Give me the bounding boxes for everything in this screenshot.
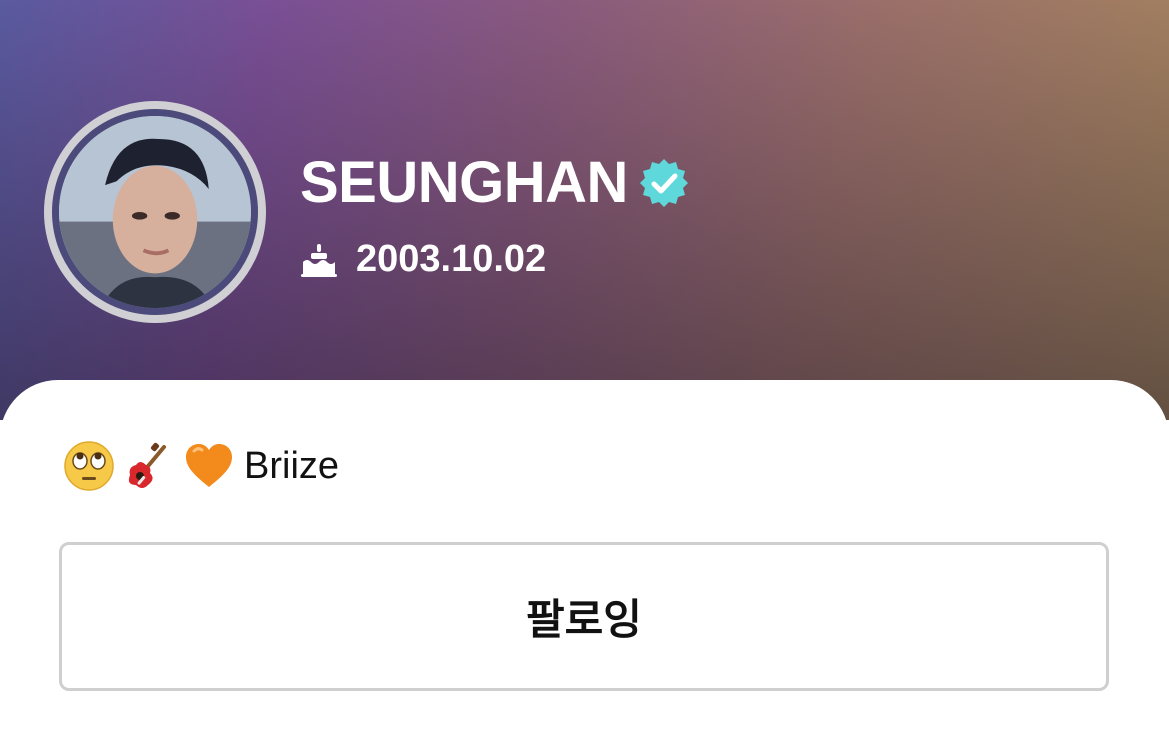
face-with-rolling-eyes-icon: [62, 439, 116, 493]
following-button-label: 팔로잉: [526, 595, 642, 644]
profile-page: SEUNGHAN 2003.10.02 Briize 팔로잉: [0, 0, 1169, 752]
avatar-photo: [59, 116, 251, 308]
cake-icon: [300, 240, 338, 278]
birthday-row: 2003.10.02: [300, 234, 546, 284]
name-row: SEUNGHAN: [300, 148, 690, 218]
birthday-text: 2003.10.02: [356, 238, 547, 280]
orange-heart-icon: [182, 439, 236, 493]
verified-badge-icon: [638, 157, 690, 209]
profile-header: SEUNGHAN 2003.10.02: [0, 0, 1169, 420]
avatar[interactable]: [44, 101, 266, 323]
bio-text: Briize: [244, 445, 340, 487]
following-button[interactable]: 팔로잉: [59, 542, 1109, 691]
avatar-ring: [52, 109, 258, 315]
bio: Briize: [62, 436, 339, 496]
profile-name: SEUNGHAN: [300, 150, 628, 215]
guitar-icon: [122, 439, 176, 493]
